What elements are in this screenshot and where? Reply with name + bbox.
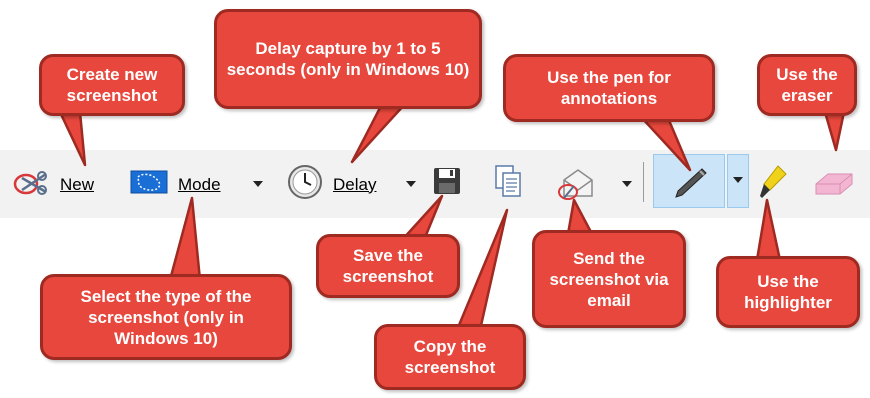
highlighter-button[interactable] — [758, 164, 788, 205]
callout-select-type: Select the type of the screenshot (only … — [40, 274, 292, 360]
envelope-icon — [556, 164, 596, 207]
callout-eraser: Use the eraser — [757, 54, 857, 116]
copy-icon — [493, 164, 523, 203]
mode-button[interactable]: Mode — [130, 168, 221, 201]
pen-dropdown[interactable] — [727, 154, 749, 208]
callout-highlighter: Use the highlighter — [716, 256, 860, 328]
callout-create-new: Create new screenshot — [39, 54, 185, 116]
delay-button[interactable]: Delay — [287, 164, 376, 205]
callout-copy: Copy the screenshot — [374, 324, 526, 390]
delay-dropdown-arrow-icon[interactable] — [406, 181, 416, 187]
mode-dropdown-arrow-icon[interactable] — [253, 181, 263, 187]
eraser-icon — [814, 170, 854, 203]
mode-button-label: Mode — [178, 174, 221, 194]
mode-icon — [130, 168, 168, 201]
save-button[interactable] — [432, 166, 462, 201]
pen-icon — [672, 165, 708, 204]
copy-button[interactable] — [493, 164, 523, 203]
new-button-label: New — [60, 174, 95, 194]
clock-icon — [287, 164, 323, 205]
send-dropdown-arrow-icon[interactable] — [622, 181, 632, 187]
highlighter-icon — [758, 164, 788, 205]
callout-delay: Delay capture by 1 to 5 seconds (only in… — [214, 9, 482, 109]
send-email-button[interactable] — [556, 164, 596, 207]
new-button[interactable]: New — [12, 164, 94, 205]
toolbar-separator — [643, 162, 644, 202]
eraser-button[interactable] — [814, 170, 854, 203]
floppy-disk-icon — [432, 166, 462, 201]
callout-send: Send the screenshot via email — [532, 230, 686, 328]
scissors-icon — [12, 164, 56, 205]
callout-pen: Use the pen for annotations — [503, 54, 715, 122]
pen-dropdown-arrow-icon — [733, 177, 743, 183]
pen-button[interactable] — [653, 154, 725, 208]
delay-button-label: Delay — [333, 174, 377, 194]
callout-save: Save the screenshot — [316, 234, 460, 298]
